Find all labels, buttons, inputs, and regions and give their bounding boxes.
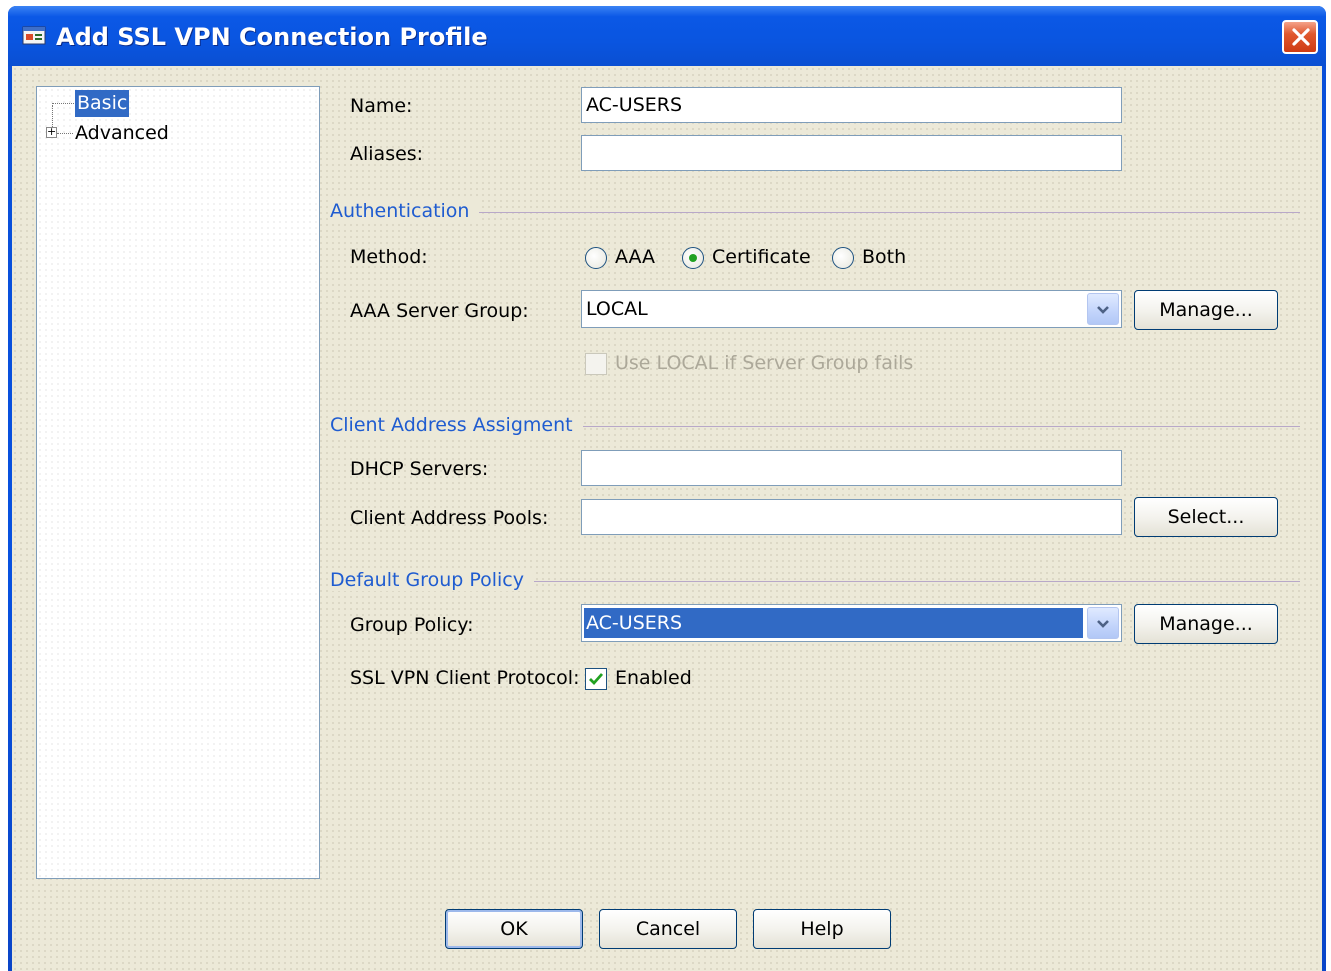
dialog-body: Basic + Advanced Name: AC-USERS Aliases:… xyxy=(12,66,1322,971)
title-bar[interactable]: Add SSL VPN Connection Profile xyxy=(8,6,1326,66)
tree-expand-icon[interactable]: + xyxy=(46,126,57,138)
radio-selected-dot xyxy=(689,254,697,262)
method-aaa-radio[interactable] xyxy=(585,247,607,269)
tree-item-advanced[interactable]: Advanced xyxy=(75,120,169,147)
help-button[interactable]: Help xyxy=(753,909,891,949)
ssl-vpn-client-protocol-label: SSL VPN Client Protocol: xyxy=(350,667,580,689)
dhcp-servers-input[interactable] xyxy=(581,450,1122,486)
group-policy-manage-button[interactable]: Manage... xyxy=(1134,604,1278,644)
method-both-label: Both xyxy=(862,246,907,268)
tree-connector xyxy=(57,133,73,134)
method-label: Method: xyxy=(350,246,428,268)
window-title: Add SSL VPN Connection Profile xyxy=(56,23,488,51)
tree-item-basic[interactable]: Basic xyxy=(75,90,130,117)
enabled-label: Enabled xyxy=(615,667,692,689)
client-address-pools-input[interactable] xyxy=(581,499,1122,535)
method-both-radio[interactable] xyxy=(832,247,854,269)
aaa-manage-button[interactable]: Manage... xyxy=(1134,290,1278,330)
method-aaa-label: AAA xyxy=(615,246,656,268)
ok-button[interactable]: OK xyxy=(445,909,583,949)
aaa-server-group-select[interactable]: LOCAL xyxy=(581,290,1122,328)
use-local-checkbox[interactable] xyxy=(585,353,607,375)
chevron-down-icon xyxy=(1097,620,1109,628)
dropdown-button[interactable] xyxy=(1087,607,1119,639)
aliases-label: Aliases: xyxy=(350,143,424,165)
aaa-server-group-label: AAA Server Group: xyxy=(350,300,529,322)
navigation-tree: Basic + Advanced xyxy=(36,86,320,879)
check-icon xyxy=(589,673,604,686)
aaa-server-group-value: LOCAL xyxy=(586,298,648,320)
default-group-policy-section-title: Default Group Policy xyxy=(330,569,534,591)
cancel-button[interactable]: Cancel xyxy=(599,909,737,949)
group-policy-value: AC-USERS xyxy=(584,608,687,638)
close-icon xyxy=(1292,28,1310,46)
use-local-label: Use LOCAL if Server Group fails xyxy=(615,352,914,374)
client-address-pools-label: Client Address Pools: xyxy=(350,507,549,529)
client-address-section-title: Client Address Assigment xyxy=(330,414,583,436)
method-certificate-radio[interactable] xyxy=(682,247,704,269)
vpn-profile-icon xyxy=(22,24,48,46)
chevron-down-icon xyxy=(1097,306,1109,314)
group-policy-label: Group Policy: xyxy=(350,614,474,636)
tree-connector xyxy=(52,103,74,104)
group-policy-select[interactable]: AC-USERS xyxy=(581,604,1122,642)
dropdown-button[interactable] xyxy=(1087,293,1119,325)
enabled-checkbox[interactable] xyxy=(585,668,607,690)
aliases-input[interactable] xyxy=(581,135,1122,171)
method-certificate-label: Certificate xyxy=(712,246,811,268)
close-button[interactable] xyxy=(1282,20,1318,54)
name-input[interactable]: AC-USERS xyxy=(581,87,1122,123)
dialog-window: Add SSL VPN Connection Profile Basic + A… xyxy=(8,6,1326,971)
name-label: Name: xyxy=(350,95,413,117)
select-pools-button[interactable]: Select... xyxy=(1134,497,1278,537)
dhcp-servers-label: DHCP Servers: xyxy=(350,458,489,480)
authentication-section-title: Authentication xyxy=(330,200,480,222)
